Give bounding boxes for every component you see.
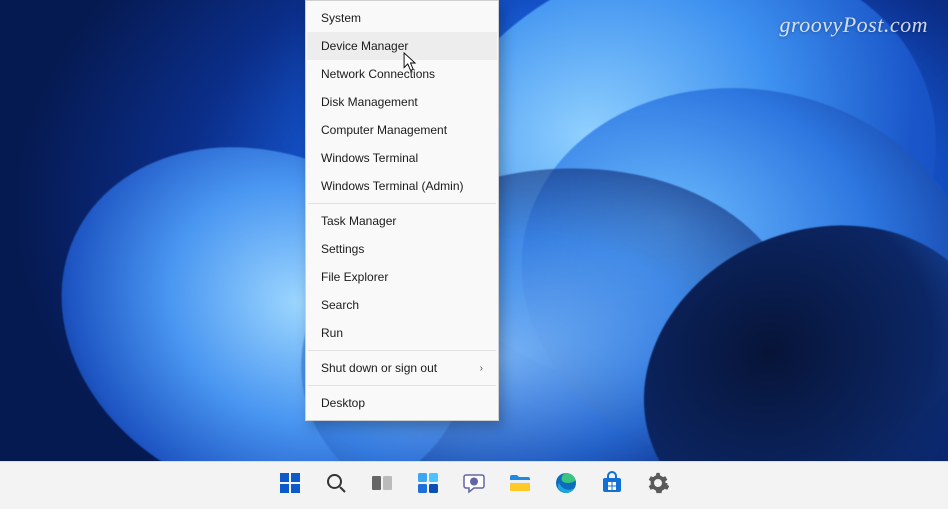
file-explorer-button[interactable]	[500, 466, 540, 506]
edge-icon	[554, 471, 578, 500]
widgets-icon	[416, 471, 440, 500]
menu-item-windows-terminal[interactable]: Windows Terminal	[307, 144, 497, 172]
menu-item-network-connections[interactable]: Network Connections	[307, 60, 497, 88]
menu-item-label: Network Connections	[321, 67, 435, 81]
winx-context-menu: System Device Manager Network Connections D…	[305, 0, 499, 421]
menu-separator	[308, 203, 496, 204]
menu-item-label: System	[321, 11, 361, 25]
store-button[interactable]	[592, 466, 632, 506]
taskview-icon	[370, 471, 394, 500]
menu-item-run[interactable]: Run	[307, 319, 497, 347]
menu-separator	[308, 350, 496, 351]
store-icon	[600, 471, 624, 500]
menu-item-file-explorer[interactable]: File Explorer	[307, 263, 497, 291]
menu-item-label: Windows Terminal (Admin)	[321, 179, 463, 193]
menu-item-disk-management[interactable]: Disk Management	[307, 88, 497, 116]
explorer-icon	[508, 471, 532, 500]
windows-icon	[278, 471, 302, 500]
menu-item-shut-down-or-sign-out[interactable]: Shut down or sign out ›	[307, 354, 497, 382]
chat-icon	[462, 471, 486, 500]
menu-item-search[interactable]: Search	[307, 291, 497, 319]
chat-button[interactable]	[454, 466, 494, 506]
menu-item-label: Windows Terminal	[321, 151, 418, 165]
watermark-text: groovyPost.com	[779, 12, 928, 38]
menu-item-label: Shut down or sign out	[321, 361, 437, 375]
task-view-button[interactable]	[362, 466, 402, 506]
menu-item-settings[interactable]: Settings	[307, 235, 497, 263]
menu-item-label: Desktop	[321, 396, 365, 410]
menu-item-device-manager[interactable]: Device Manager	[307, 32, 497, 60]
taskbar	[0, 461, 948, 509]
menu-item-label: Run	[321, 326, 343, 340]
menu-item-label: Disk Management	[321, 95, 418, 109]
menu-item-label: Computer Management	[321, 123, 447, 137]
menu-item-windows-terminal-admin[interactable]: Windows Terminal (Admin)	[307, 172, 497, 200]
search-icon	[324, 471, 348, 500]
menu-item-system[interactable]: System	[307, 4, 497, 32]
menu-item-label: Settings	[321, 242, 364, 256]
menu-item-desktop[interactable]: Desktop	[307, 389, 497, 417]
widgets-button[interactable]	[408, 466, 448, 506]
search-button[interactable]	[316, 466, 356, 506]
menu-item-computer-management[interactable]: Computer Management	[307, 116, 497, 144]
menu-separator	[308, 385, 496, 386]
settings-icon	[646, 471, 670, 500]
menu-item-label: Device Manager	[321, 39, 408, 53]
menu-item-label: Search	[321, 298, 359, 312]
menu-item-label: Task Manager	[321, 214, 396, 228]
chevron-right-icon: ›	[480, 363, 483, 374]
menu-item-task-manager[interactable]: Task Manager	[307, 207, 497, 235]
settings-button[interactable]	[638, 466, 678, 506]
menu-item-label: File Explorer	[321, 270, 388, 284]
edge-button[interactable]	[546, 466, 586, 506]
start-button[interactable]	[270, 466, 310, 506]
